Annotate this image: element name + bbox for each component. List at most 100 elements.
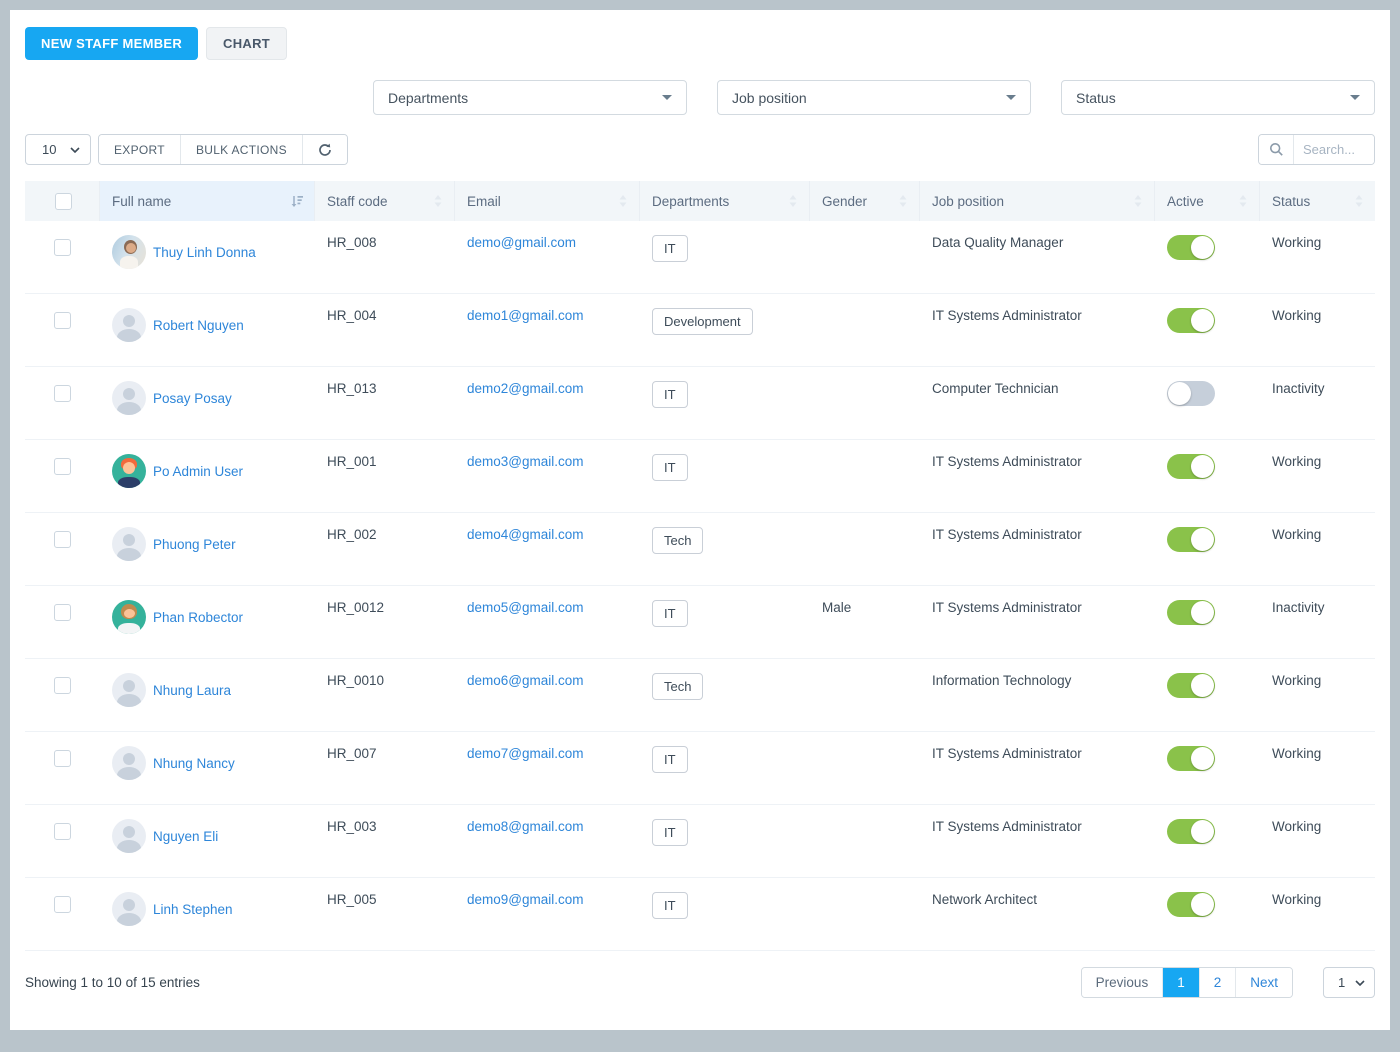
email-link[interactable]: demo3@gmail.com	[467, 454, 584, 469]
row-checkbox[interactable]	[54, 531, 71, 548]
staff-name-link[interactable]: Linh Stephen	[153, 902, 233, 917]
page-size-select[interactable]: 10	[25, 134, 91, 165]
header-email[interactable]: Email	[455, 181, 640, 221]
row-checkbox[interactable]	[54, 312, 71, 329]
sort-icon	[1355, 195, 1363, 207]
staff-code: HR_008	[327, 235, 377, 250]
table-row: Robert Nguyen HR_004 demo1@gmail.com Dev…	[25, 294, 1375, 367]
table-row: Posay Posay HR_013 demo2@gmail.com IT Co…	[25, 367, 1375, 440]
staff-code: HR_002	[327, 527, 377, 542]
page-size-value: 10	[42, 142, 57, 157]
header-full-name[interactable]: Full name	[100, 181, 315, 221]
status: Inactivity	[1272, 381, 1325, 396]
bulk-actions-button[interactable]: BULK ACTIONS	[179, 135, 302, 164]
job-position: IT Systems Administrator	[932, 454, 1082, 469]
table-footer: Showing 1 to 10 of 15 entries Previous 1…	[25, 967, 1375, 998]
active-toggle[interactable]	[1167, 819, 1215, 844]
staff-name-link[interactable]: Nguyen Eli	[153, 829, 218, 844]
row-checkbox[interactable]	[54, 896, 71, 913]
staff-code: HR_007	[327, 746, 377, 761]
header-status[interactable]: Status	[1260, 181, 1375, 221]
select-all-checkbox[interactable]	[54, 192, 72, 210]
page-jump-select[interactable]: 1	[1323, 967, 1375, 998]
row-checkbox[interactable]	[54, 604, 71, 621]
status: Working	[1272, 892, 1322, 907]
email-link[interactable]: demo@gmail.com	[467, 235, 576, 250]
email-link[interactable]: demo6@gmail.com	[467, 673, 584, 688]
page-2-button[interactable]: 2	[1198, 968, 1236, 997]
staff-name-link[interactable]: Po Admin User	[153, 464, 243, 479]
staff-name-link[interactable]: Thuy Linh Donna	[153, 245, 256, 260]
staff-name-link[interactable]: Nhung Laura	[153, 683, 231, 698]
search-input[interactable]	[1294, 135, 1374, 164]
header-job-position[interactable]: Job position	[920, 181, 1155, 221]
email-link[interactable]: demo8@gmail.com	[467, 819, 584, 834]
table-row: Nhung Nancy HR_007 demo7@gmail.com IT IT…	[25, 732, 1375, 805]
refresh-button[interactable]	[301, 135, 347, 164]
new-staff-member-button[interactable]: NEW STAFF MEMBER	[25, 27, 199, 60]
department-badge: IT	[652, 892, 688, 919]
active-toggle[interactable]	[1167, 673, 1215, 698]
active-toggle[interactable]	[1167, 235, 1215, 260]
staff-name-link[interactable]: Robert Nguyen	[153, 318, 244, 333]
gender	[810, 513, 920, 527]
header-staff-code[interactable]: Staff code	[315, 181, 455, 221]
staff-code: HR_003	[327, 819, 377, 834]
email-link[interactable]: demo5@gmail.com	[467, 600, 584, 615]
select-all-header	[25, 181, 100, 221]
email-link[interactable]: demo1@gmail.com	[467, 308, 584, 323]
department-badge: IT	[652, 454, 688, 481]
status: Working	[1272, 819, 1322, 834]
row-checkbox[interactable]	[54, 750, 71, 767]
header-departments[interactable]: Departments	[640, 181, 810, 221]
table-body: Thuy Linh Donna HR_008 demo@gmail.com IT…	[25, 221, 1375, 951]
row-checkbox[interactable]	[54, 385, 71, 402]
staff-name-link[interactable]: Posay Posay	[153, 391, 232, 406]
departments-filter-select[interactable]: Departments	[373, 80, 687, 115]
header-gender[interactable]: Gender	[810, 181, 920, 221]
filter-bar: Departments Job position Status	[25, 80, 1375, 115]
active-toggle[interactable]	[1167, 308, 1215, 333]
active-toggle[interactable]	[1167, 527, 1215, 552]
staff-name-link[interactable]: Phan Robector	[153, 610, 243, 625]
row-checkbox[interactable]	[54, 677, 71, 694]
active-toggle[interactable]	[1167, 454, 1215, 479]
active-toggle[interactable]	[1167, 892, 1215, 917]
row-checkbox[interactable]	[54, 823, 71, 840]
toggle-knob	[1191, 893, 1214, 916]
search-button[interactable]	[1259, 135, 1294, 164]
chevron-down-icon	[1355, 979, 1365, 986]
job-position: IT Systems Administrator	[932, 600, 1082, 615]
active-toggle[interactable]	[1167, 746, 1215, 771]
gender	[810, 732, 920, 746]
job-position-filter-label: Job position	[732, 89, 807, 106]
row-checkbox[interactable]	[54, 239, 71, 256]
staff-name-link[interactable]: Nhung Nancy	[153, 756, 235, 771]
email-link[interactable]: demo4@gmail.com	[467, 527, 584, 542]
page-1-button[interactable]: 1	[1162, 968, 1199, 997]
active-toggle[interactable]	[1167, 600, 1215, 625]
gender	[810, 805, 920, 819]
status: Working	[1272, 527, 1322, 542]
export-button[interactable]: EXPORT	[99, 135, 180, 164]
active-toggle[interactable]	[1167, 381, 1215, 406]
job-position-filter-select[interactable]: Job position	[717, 80, 1031, 115]
staff-code: HR_0012	[327, 600, 385, 615]
email-link[interactable]: demo2@gmail.com	[467, 381, 584, 396]
email-link[interactable]: demo7@gmail.com	[467, 746, 584, 761]
previous-page-button[interactable]: Previous	[1081, 968, 1163, 997]
row-checkbox[interactable]	[54, 458, 71, 475]
toggle-knob	[1191, 747, 1214, 770]
sort-icon	[1134, 195, 1142, 207]
job-position: IT Systems Administrator	[932, 527, 1082, 542]
header-active[interactable]: Active	[1155, 181, 1260, 221]
toggle-knob	[1191, 455, 1214, 478]
department-badge: IT	[652, 746, 688, 773]
toggle-knob	[1191, 236, 1214, 259]
gender	[810, 878, 920, 892]
staff-name-link[interactable]: Phuong Peter	[153, 537, 236, 552]
status-filter-select[interactable]: Status	[1061, 80, 1375, 115]
next-page-button[interactable]: Next	[1235, 968, 1292, 997]
chart-button[interactable]: CHART	[206, 27, 288, 60]
email-link[interactable]: demo9@gmail.com	[467, 892, 584, 907]
